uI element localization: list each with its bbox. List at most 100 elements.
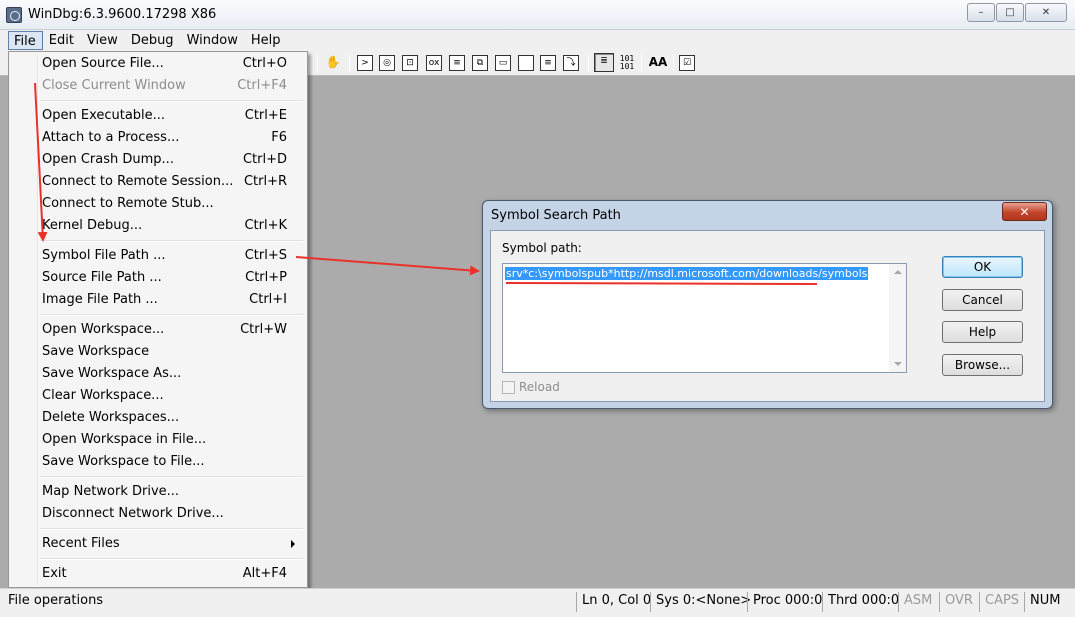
- reload-checkbox[interactable]: Reload: [502, 380, 560, 394]
- dialog-close-button[interactable]: ✕: [1002, 202, 1047, 221]
- memory-icon[interactable]: ≡: [449, 55, 465, 71]
- menu-item-shortcut: Ctrl+F4: [237, 78, 287, 93]
- menu-item-label: Disconnect Network Drive...: [42, 506, 224, 521]
- menu-item-symbol-file-path[interactable]: Symbol File Path ... Ctrl+S: [11, 245, 305, 267]
- menu-separator: [40, 240, 303, 242]
- menu-item-shortcut: Alt+F4: [242, 566, 287, 581]
- symbol-path-label: Symbol path:: [502, 241, 582, 255]
- menu-item-delete-workspaces[interactable]: Delete Workspaces...: [11, 407, 305, 429]
- menu-item-connect-remote-session[interactable]: Connect to Remote Session... Ctrl+R: [11, 171, 305, 193]
- font-icon[interactable]: AA: [647, 55, 669, 71]
- menu-separator: [40, 100, 303, 102]
- minimize-button[interactable]: –: [967, 3, 995, 22]
- menu-item-attach-process[interactable]: Attach to a Process... F6: [11, 127, 305, 149]
- locals-icon[interactable]: ⊡: [402, 55, 418, 71]
- menu-item-connect-remote-stub[interactable]: Connect to Remote Stub...: [11, 193, 305, 215]
- menu-item-shortcut: Ctrl+P: [245, 270, 287, 285]
- hex-mode-icon[interactable]: 101 101: [617, 55, 637, 71]
- scratchpad-icon[interactable]: [518, 55, 534, 71]
- menu-item-open-workspace[interactable]: Open Workspace... Ctrl+W: [11, 319, 305, 341]
- menu-item-save-workspace[interactable]: Save Workspace: [11, 341, 305, 363]
- toolbar-separator: [641, 55, 642, 72]
- menu-item-label: Exit: [42, 566, 67, 581]
- menu-separator: [40, 528, 303, 530]
- hand-icon[interactable]: ✋: [325, 55, 341, 71]
- menu-item-map-network-drive[interactable]: Map Network Drive...: [11, 481, 305, 503]
- windbg-app-icon: [6, 7, 22, 23]
- menu-help[interactable]: Help: [245, 30, 288, 50]
- watch-icon[interactable]: ◎: [379, 55, 395, 71]
- menu-item-shortcut: F6: [271, 130, 287, 145]
- registers-icon[interactable]: ox: [426, 55, 442, 71]
- callstack-icon[interactable]: ⧉: [472, 55, 488, 71]
- source-mode-icon[interactable]: ≣: [594, 53, 614, 72]
- menu-item-shortcut: Ctrl+W: [240, 322, 287, 337]
- menu-window[interactable]: Window: [181, 30, 245, 50]
- menu-item-shortcut: Ctrl+D: [242, 152, 287, 167]
- status-caps: CAPS: [979, 592, 1024, 612]
- maximize-button[interactable]: □: [996, 3, 1024, 22]
- menu-item-label: Map Network Drive...: [42, 484, 180, 499]
- menu-item-save-workspace-as[interactable]: Save Workspace As...: [11, 363, 305, 385]
- toolbar-separator: [673, 55, 674, 72]
- menu-file[interactable]: File: [8, 31, 43, 50]
- menu-item-label: Open Workspace in File...: [42, 432, 207, 447]
- status-message: File operations: [8, 593, 104, 608]
- ok-button[interactable]: OK: [942, 256, 1023, 278]
- menu-item-shortcut: Ctrl+S: [244, 248, 287, 263]
- menu-item-open-crash-dump[interactable]: Open Crash Dump... Ctrl+D: [11, 149, 305, 171]
- menu-item-label: Save Workspace As...: [42, 366, 182, 381]
- menu-item-open-workspace-in-file[interactable]: Open Workspace in File...: [11, 429, 305, 451]
- submenu-arrow-icon: [291, 540, 295, 548]
- menu-item-label: Source File Path ...: [42, 270, 162, 285]
- menu-item-label: Open Workspace...: [42, 322, 165, 337]
- symbol-path-input[interactable]: srv*c:\symbolspub*http://msdl.microsoft.…: [502, 263, 907, 373]
- symbol-path-text[interactable]: srv*c:\symbolspub*http://msdl.microsoft.…: [505, 267, 869, 280]
- menu-item-label: Save Workspace to File...: [42, 454, 205, 469]
- menu-item-shortcut: Ctrl+E: [244, 108, 287, 123]
- checkbox-icon[interactable]: [502, 380, 515, 394]
- browse-button[interactable]: Browse...: [942, 354, 1023, 376]
- menu-item-open-source-file[interactable]: Open Source File... Ctrl+O: [11, 53, 305, 75]
- menu-item-label: Open Executable...: [42, 108, 166, 123]
- status-line-col: Ln 0, Col 0: [576, 592, 656, 612]
- menu-view[interactable]: View: [81, 30, 125, 50]
- disassembly-icon[interactable]: ▭: [495, 55, 511, 71]
- menu-item-exit[interactable]: Exit Alt+F4: [11, 563, 305, 585]
- menu-item-shortcut: Ctrl+I: [249, 292, 287, 307]
- menu-debug[interactable]: Debug: [125, 30, 181, 50]
- menu-item-shortcut: Ctrl+O: [242, 56, 287, 71]
- scroll-up-icon[interactable]: [894, 270, 902, 274]
- processes-threads-icon[interactable]: ≡: [540, 55, 556, 71]
- menu-item-shortcut: Ctrl+R: [243, 174, 287, 189]
- menu-separator: [40, 558, 303, 560]
- help-button[interactable]: Help: [942, 321, 1023, 343]
- menu-bar: File Edit View Debug Window Help: [0, 30, 1075, 51]
- menu-item-recent-files[interactable]: Recent Files: [11, 533, 305, 555]
- command-icon[interactable]: >: [357, 55, 373, 71]
- menu-separator: [40, 476, 303, 478]
- menu-item-label: Connect to Remote Session...: [42, 174, 234, 189]
- toolbar-separator: [588, 55, 589, 72]
- menu-item-save-workspace-to-file[interactable]: Save Workspace to File...: [11, 451, 305, 473]
- menu-item-label: Attach to a Process...: [42, 130, 180, 145]
- dialog-title: Symbol Search Path: [491, 208, 621, 223]
- menu-item-disconnect-network-drive[interactable]: Disconnect Network Drive...: [11, 503, 305, 525]
- menu-item-source-file-path[interactable]: Source File Path ... Ctrl+P: [11, 267, 305, 289]
- vertical-scrollbar[interactable]: [889, 264, 906, 372]
- menu-item-label: Open Source File...: [42, 56, 164, 71]
- menu-item-label: Open Crash Dump...: [42, 152, 174, 167]
- menu-item-clear-workspace[interactable]: Clear Workspace...: [11, 385, 305, 407]
- options-icon[interactable]: ☑: [679, 55, 695, 71]
- menu-edit[interactable]: Edit: [43, 30, 81, 50]
- cancel-button[interactable]: Cancel: [942, 289, 1023, 311]
- symbol-search-path-dialog: Symbol Search Path ✕ Symbol path: srv*c:…: [482, 200, 1053, 409]
- menu-item-kernel-debug[interactable]: Kernel Debug... Ctrl+K: [11, 215, 305, 237]
- close-window-button[interactable]: ✕: [1025, 3, 1067, 22]
- menu-item-label: Connect to Remote Stub...: [42, 196, 214, 211]
- menu-item-image-file-path[interactable]: Image File Path ... Ctrl+I: [11, 289, 305, 311]
- source-mode-toggle-icon[interactable]: ⤵: [563, 55, 579, 71]
- menu-item-open-executable[interactable]: Open Executable... Ctrl+E: [11, 105, 305, 127]
- scroll-down-icon[interactable]: [894, 362, 902, 366]
- status-thrd: Thrd 000:0: [822, 592, 904, 612]
